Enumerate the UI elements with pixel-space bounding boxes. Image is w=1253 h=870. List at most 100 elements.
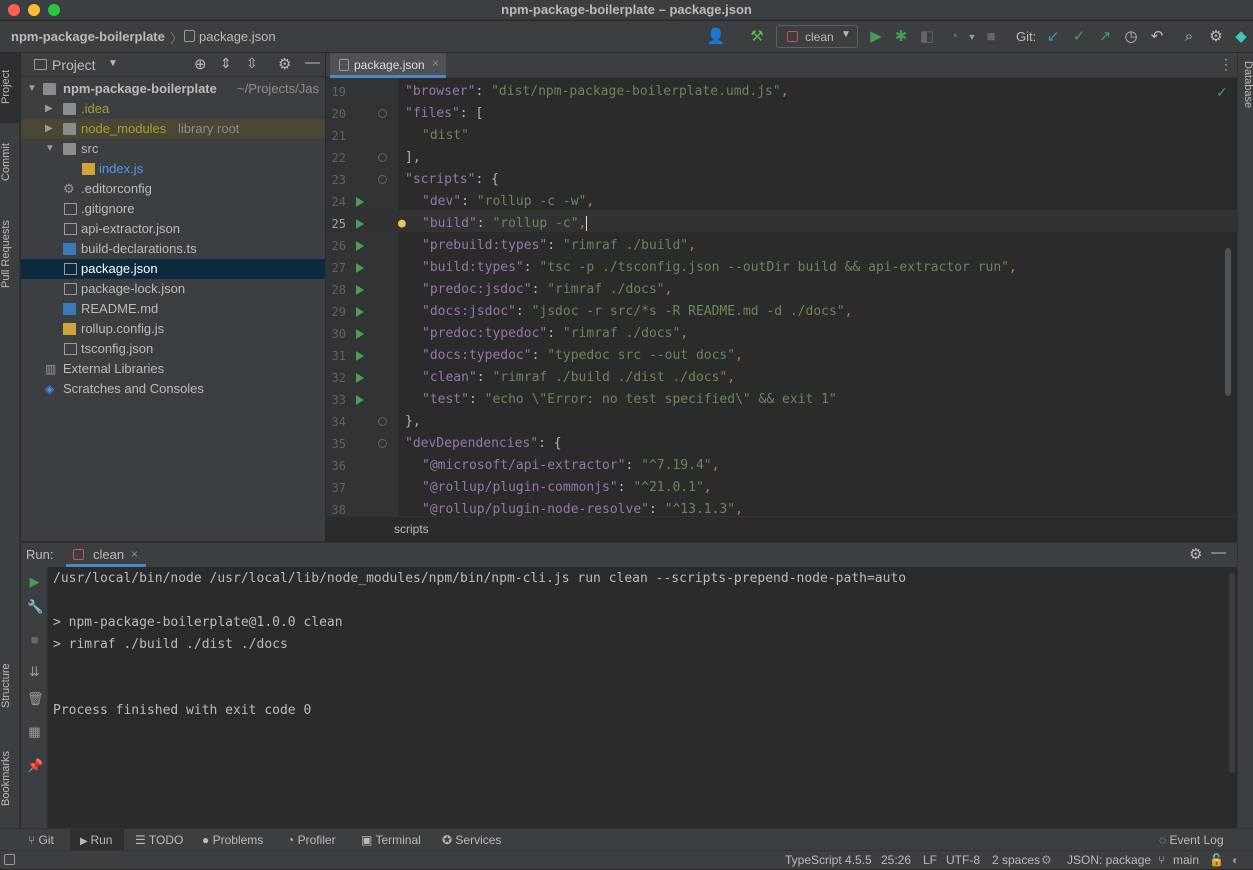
fold-marker-icon[interactable]: [378, 439, 387, 448]
run-script-icon[interactable]: [356, 197, 364, 207]
tool-event-log[interactable]: ◌ Event Log: [1159, 829, 1224, 851]
git-update-icon[interactable]: ↙: [1043, 27, 1063, 47]
coverage-icon[interactable]: ◧: [917, 27, 937, 47]
more-run-chevron-icon[interactable]: ▼: [962, 27, 982, 47]
tool-tab-project[interactable]: Project: [0, 61, 20, 113]
zoom-window-button[interactable]: [48, 4, 60, 16]
scroll-to-end-icon[interactable]: ⇊: [27, 664, 42, 679]
run-config-select[interactable]: clean ▼: [776, 25, 858, 48]
tree-item-scratches[interactable]: ◈ Scratches and Consoles: [21, 379, 325, 399]
chevron-down-icon[interactable]: ▼: [45, 139, 57, 159]
tree-item-package-json[interactable]: package.json: [21, 259, 325, 279]
run-script-icon[interactable]: [356, 373, 364, 383]
tree-item-src[interactable]: ▼ src: [21, 139, 325, 159]
run-script-icon[interactable]: [356, 285, 364, 295]
locate-target-icon[interactable]: ⊕: [194, 55, 207, 73]
tool-profiler[interactable]: ◔ Profiler: [287, 829, 336, 851]
status-branch[interactable]: main: [1173, 851, 1199, 870]
history-icon[interactable]: ◷: [1121, 27, 1141, 47]
code-text[interactable]: 19 "browser": "dist/npm-package-boilerpla…: [326, 78, 1237, 516]
chevron-right-icon[interactable]: ▶: [45, 119, 57, 139]
search-icon[interactable]: ⌕: [1179, 27, 1199, 47]
project-panel-title[interactable]: Project: [52, 57, 96, 73]
collapse-all-icon[interactable]: ⇳: [246, 55, 258, 72]
close-tab-icon[interactable]: ×: [432, 56, 439, 70]
run-script-icon[interactable]: [356, 219, 364, 229]
tree-item-gitignore[interactable]: .gitignore: [21, 199, 325, 219]
user-icon[interactable]: 👤: [706, 27, 726, 47]
fold-marker-icon[interactable]: [378, 153, 387, 162]
fold-marker-icon[interactable]: [378, 109, 387, 118]
git-commit-icon[interactable]: ✓: [1069, 27, 1089, 47]
rollback-icon[interactable]: ↶: [1147, 27, 1167, 47]
status-json-schema[interactable]: JSON: package: [1067, 851, 1151, 870]
tree-item-rollup-config[interactable]: rollup.config.js: [21, 319, 325, 339]
status-encoding[interactable]: UTF-8: [946, 851, 980, 870]
tree-item-tsconfig[interactable]: tsconfig.json: [21, 339, 325, 359]
status-language[interactable]: TypeScript 4.5.5: [785, 851, 872, 870]
intention-bulb-icon[interactable]: ●: [398, 213, 406, 235]
build-hammer-icon[interactable]: ⚒: [747, 27, 767, 47]
stop-icon[interactable]: ■: [981, 27, 1001, 47]
wrench-icon[interactable]: 🔧: [27, 599, 43, 614]
fold-marker-icon[interactable]: [378, 175, 387, 184]
run-script-icon[interactable]: [356, 329, 364, 339]
panel-settings-gear-icon[interactable]: ⚙: [278, 55, 291, 73]
pin-icon[interactable]: 📌: [27, 758, 43, 773]
expand-all-icon[interactable]: ⇕: [220, 55, 232, 72]
tool-tab-structure[interactable]: Structure: [0, 653, 20, 719]
fold-marker-icon[interactable]: [378, 417, 387, 426]
tree-item-node-modules[interactable]: ▶ node_modules library root: [21, 119, 325, 139]
tree-root[interactable]: ▼ npm-package-boilerplate ~/Projects/Jas: [21, 79, 325, 99]
run-script-icon[interactable]: [356, 395, 364, 405]
chevron-down-icon[interactable]: ▼: [108, 58, 118, 69]
chevron-right-icon[interactable]: ▶: [45, 99, 57, 119]
output-scrollbar-thumb[interactable]: [1229, 573, 1235, 773]
lock-icon[interactable]: 🔓: [1209, 851, 1224, 870]
tool-tab-commit[interactable]: Commit: [0, 133, 20, 191]
tool-tab-pull-requests[interactable]: Pull Requests: [0, 211, 20, 297]
close-tab-icon[interactable]: ×: [131, 547, 138, 561]
trash-icon[interactable]: 🗑: [27, 691, 44, 706]
profile-icon[interactable]: ◔: [944, 27, 964, 47]
tree-item-readme[interactable]: README.md: [21, 299, 325, 319]
tool-tab-database[interactable]: Database: [1238, 61, 1253, 129]
chevron-down-icon[interactable]: ▼: [27, 79, 39, 99]
run-script-icon[interactable]: [356, 263, 364, 273]
tool-todo[interactable]: ☰ TODO: [135, 829, 183, 851]
layout-icon[interactable]: ▦: [27, 724, 42, 739]
run-icon[interactable]: ▶: [866, 27, 886, 47]
tool-terminal[interactable]: ▣ Terminal: [361, 829, 421, 851]
more-options-icon[interactable]: ⋮: [1219, 56, 1233, 73]
rerun-icon[interactable]: ▶: [27, 574, 42, 589]
settings-gear-icon[interactable]: ⚙: [1206, 27, 1226, 47]
tool-problems[interactable]: ● Problems: [202, 829, 263, 851]
breadcrumb-project[interactable]: npm-package-boilerplate: [11, 29, 165, 44]
run-settings-gear-icon[interactable]: ⚙: [1189, 545, 1202, 563]
tree-item-editorconfig[interactable]: ⚙ .editorconfig: [21, 179, 325, 199]
tree-item-index-js[interactable]: index.js: [21, 159, 325, 179]
tree-item-idea[interactable]: ▶ .idea: [21, 99, 325, 119]
tool-git[interactable]: ⑂ Git: [28, 829, 54, 851]
tree-item-build-declarations[interactable]: build-declarations.ts: [21, 239, 325, 259]
close-window-button[interactable]: [8, 4, 20, 16]
code-with-me-icon[interactable]: ◆: [1231, 27, 1251, 47]
breadcrumb-file[interactable]: package.json: [199, 29, 276, 44]
run-tab-clean[interactable]: clean ×: [66, 543, 146, 567]
editor-scrollbar-thumb[interactable]: [1225, 248, 1231, 396]
run-script-icon[interactable]: [356, 241, 364, 251]
no-problems-check-icon[interactable]: ✓: [1216, 84, 1228, 101]
run-script-icon[interactable]: [356, 307, 364, 317]
run-script-icon[interactable]: [356, 351, 364, 361]
status-line-separator[interactable]: LF: [923, 851, 937, 870]
tool-tab-bookmarks[interactable]: Bookmarks: [0, 741, 20, 815]
minimize-window-button[interactable]: [28, 4, 40, 16]
stop-icon[interactable]: ■: [27, 632, 42, 647]
tool-windows-icon[interactable]: [4, 854, 15, 865]
editor-tab-package-json[interactable]: package.json ×: [330, 53, 446, 78]
breadcrumb-scripts[interactable]: scripts: [394, 522, 429, 536]
tree-item-api-extractor[interactable]: api-extractor.json: [21, 219, 325, 239]
tree-item-external-libraries[interactable]: ▥ External Libraries: [21, 359, 325, 379]
tool-services[interactable]: ✪ Services: [442, 829, 501, 851]
status-position[interactable]: 25:26: [881, 851, 911, 870]
